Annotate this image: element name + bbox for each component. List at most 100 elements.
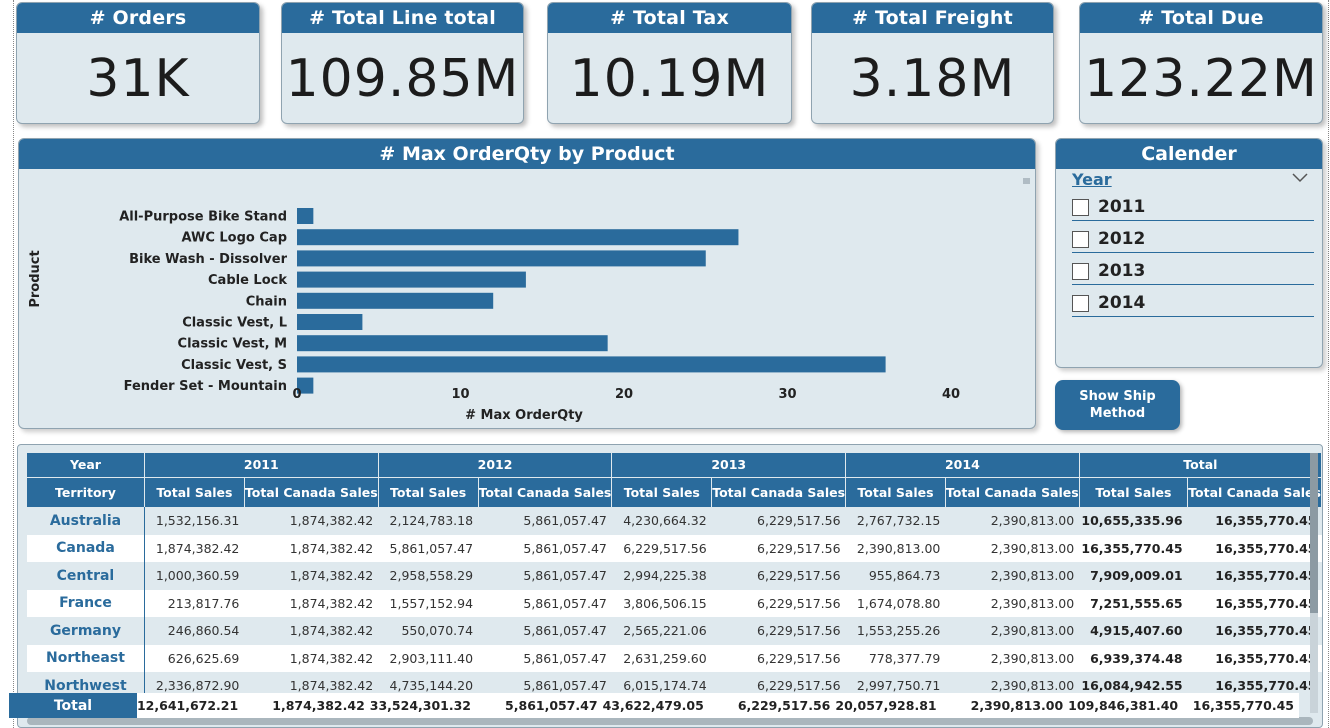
checkbox[interactable]: [1072, 263, 1089, 280]
value-cell: 4,230,664.32: [611, 507, 712, 535]
table-row[interactable]: Australia 1,532,156.31 1,874,382.42 2,124,7…: [27, 507, 1322, 535]
territory-cell: Germany: [27, 617, 145, 645]
table-row[interactable]: Northeast 626,625.69 1,874,382.42 2,903,111…: [27, 644, 1322, 672]
category-label: AWC Logo Cap: [182, 231, 287, 246]
bar[interactable]: [297, 335, 608, 352]
slicer-option-label: 2014: [1098, 293, 1146, 313]
category-label: Classic Vest, S: [181, 358, 287, 373]
header-total-sales[interactable]: Total Sales: [845, 476, 946, 507]
bar[interactable]: [297, 271, 526, 288]
value-cell: 2,390,813.00: [945, 589, 1080, 617]
card-title: # Total Tax: [548, 3, 791, 33]
value-cell: 1,874,382.42: [144, 534, 245, 562]
value-cell: 6,229,517.56: [711, 507, 846, 535]
vertical-scrollbar[interactable]: [1310, 453, 1318, 713]
header-year-2014[interactable]: 2014: [845, 453, 1080, 477]
card-value: 31K: [86, 49, 190, 109]
slicer-option-2012[interactable]: 2012: [1072, 227, 1314, 253]
territory-cell: Northeast: [27, 644, 145, 672]
header-year-2012[interactable]: 2012: [378, 453, 613, 477]
header-total-sales[interactable]: Total Sales: [144, 476, 245, 507]
total-value-cell: 16,355,770.45: [1178, 693, 1299, 718]
table-row[interactable]: France 213,817.76 1,874,382.42 1,557,152.94…: [27, 589, 1322, 617]
card-value: 123.22M: [1084, 49, 1318, 109]
calendar-slicer[interactable]: Calender Year 2011 2012 2013 2014: [1055, 138, 1323, 368]
header-year-label: Year: [27, 453, 145, 477]
scrollbar-thumb[interactable]: [1310, 453, 1318, 613]
category-label: Cable Lock: [208, 273, 287, 288]
value-cell: 10,655,335.96: [1079, 507, 1188, 535]
value-cell: 6,229,517.56: [611, 534, 712, 562]
value-cell: 5,861,057.47: [378, 534, 479, 562]
header-total-sales[interactable]: Total Sales: [1079, 476, 1189, 507]
value-cell: 5,861,057.47: [478, 507, 612, 535]
bar[interactable]: [297, 292, 494, 309]
matrix-table: Year 2011 2012 2013 2014 Total Territory…: [27, 453, 1322, 700]
header-year-2011[interactable]: 2011: [144, 453, 379, 477]
bar[interactable]: [297, 356, 886, 373]
bar[interactable]: [297, 314, 363, 330]
checkbox[interactable]: [1072, 231, 1089, 248]
scroll-indicator[interactable]: [1023, 178, 1030, 184]
card-title: # Total Due: [1080, 3, 1322, 33]
header-total-sales[interactable]: Total Sales: [378, 476, 479, 507]
value-cell: 6,229,517.56: [711, 617, 846, 645]
bar[interactable]: [297, 208, 314, 224]
horizontal-scrollbar[interactable]: [27, 717, 1313, 725]
slicer-title: Calender: [1056, 139, 1322, 169]
territory-cell: Australia: [27, 507, 145, 535]
value-cell: 1,874,382.42: [244, 617, 379, 645]
value-cell: 16,355,770.45: [1187, 617, 1322, 645]
value-cell: 2,565,221.06: [611, 617, 712, 645]
value-cell: 2,994,225.38: [611, 562, 712, 590]
value-cell: 2,631,259.60: [611, 644, 712, 672]
header-total-canada-sales[interactable]: Total Canada Sales: [711, 476, 847, 507]
total-value-cell: 33,524,301.32: [369, 693, 474, 718]
sales-matrix[interactable]: Year 2011 2012 2013 2014 Total Territory…: [17, 444, 1323, 728]
card-value: 109.85M: [285, 49, 520, 109]
slicer-option-2013[interactable]: 2013: [1072, 259, 1314, 285]
show-ship-method-button[interactable]: Show Ship Method: [1055, 380, 1180, 430]
header-total-canada-sales[interactable]: Total Canada Sales: [244, 476, 379, 507]
slicer-option-2014[interactable]: 2014: [1072, 291, 1314, 317]
table-row[interactable]: Central 1,000,360.59 1,874,382.42 2,958,558…: [27, 562, 1322, 590]
value-cell: 2,958,558.29: [378, 562, 479, 590]
bar-chart[interactable]: All-Purpose Bike Stand AWC Logo Cap Bike W…: [19, 169, 1036, 429]
checkbox[interactable]: [1072, 199, 1089, 216]
value-cell: 1,557,152.94: [378, 589, 479, 617]
bar[interactable]: [297, 250, 706, 267]
header-total-canada-sales[interactable]: Total Canada Sales: [478, 476, 613, 507]
value-cell: 1,532,156.31: [144, 507, 245, 535]
value-cell: 2,903,111.40: [378, 644, 479, 672]
value-cell: 550,070.74: [378, 617, 479, 645]
value-cell: 7,251,555.65: [1079, 589, 1188, 617]
header-total-sales[interactable]: Total Sales: [611, 476, 713, 507]
chart-panel[interactable]: # Max OrderQty by Product All-Purpose Bi…: [18, 138, 1036, 429]
category-label: Chain: [246, 294, 287, 309]
category-label: Bike Wash - Dissolver: [129, 252, 287, 267]
bar[interactable]: [297, 229, 739, 246]
value-cell: 1,874,382.42: [244, 534, 379, 562]
header-year-total[interactable]: Total: [1079, 453, 1322, 477]
value-cell: 4,915,407.60: [1079, 617, 1188, 645]
checkbox[interactable]: [1072, 295, 1089, 312]
header-total-canada-sales[interactable]: Total Canada Sales: [945, 476, 1080, 507]
value-cell: 2,390,813.00: [945, 644, 1080, 672]
value-cell: 5,861,057.47: [478, 617, 612, 645]
value-cell: 16,355,770.45: [1187, 589, 1322, 617]
card-title: # Total Line total: [282, 3, 523, 33]
header-year-2013[interactable]: 2013: [611, 453, 847, 477]
value-cell: 5,861,057.47: [478, 562, 612, 590]
header-total-canada-sales[interactable]: Total Canada Sales: [1187, 476, 1322, 507]
chart-title: # Max OrderQty by Product: [19, 139, 1035, 169]
slicer-option-label: 2012: [1098, 229, 1146, 249]
slicer-field-label[interactable]: Year: [1072, 170, 1112, 189]
chevron-down-icon[interactable]: [1292, 173, 1308, 183]
table-row[interactable]: Canada 1,874,382.42 1,874,382.42 5,861,057.…: [27, 534, 1322, 562]
total-label: Total: [9, 693, 137, 718]
table-row[interactable]: Germany 246,860.54 1,874,382.42 550,070.74 5…: [27, 617, 1322, 645]
card-title: # Orders: [17, 3, 259, 33]
value-cell: 16,355,770.45: [1187, 534, 1322, 562]
value-cell: 6,229,517.56: [711, 534, 846, 562]
slicer-option-2011[interactable]: 2011: [1072, 195, 1314, 221]
